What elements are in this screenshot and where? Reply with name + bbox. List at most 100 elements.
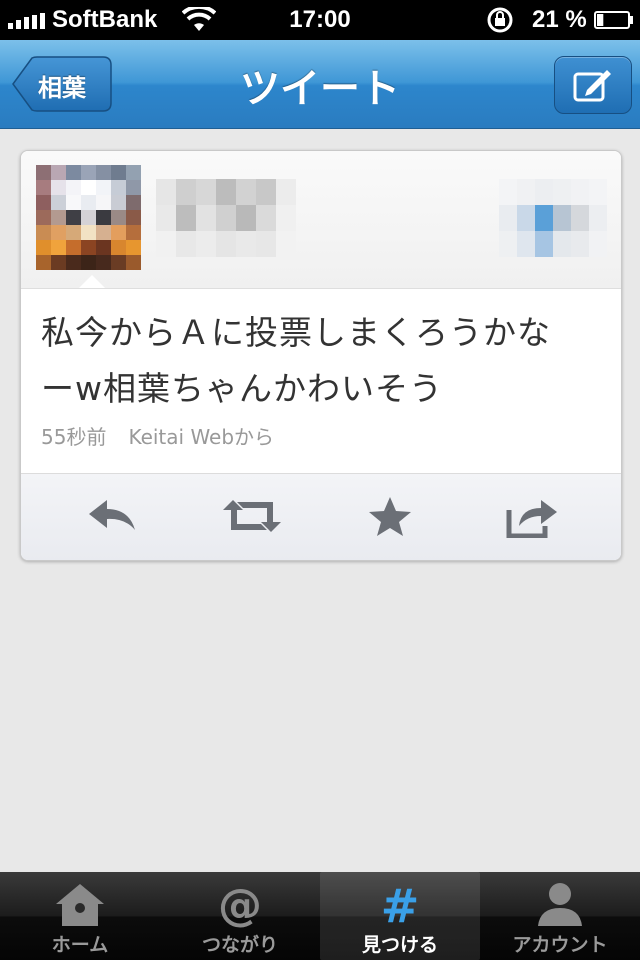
name-pixel xyxy=(156,231,176,257)
avatar-pixel xyxy=(126,225,141,240)
battery-icon xyxy=(594,11,633,29)
avatar[interactable] xyxy=(36,165,141,270)
content-area: 私今からＡに投票しまくろうかな ーw相葉ちゃんかわいそう 55秒前 Keitai … xyxy=(0,129,640,872)
avatar-pixel xyxy=(51,180,66,195)
avatar-pixel xyxy=(36,195,51,210)
tab-discover[interactable]: # 見つける xyxy=(320,872,480,960)
follow-pixel xyxy=(517,231,535,257)
avatar-pixel xyxy=(126,165,141,180)
avatar-pixel xyxy=(111,225,126,240)
avatar-pixel xyxy=(96,180,111,195)
follow-pixel xyxy=(535,231,553,257)
name-pixel xyxy=(276,179,296,205)
follow-pixel xyxy=(553,231,571,257)
header-pointer xyxy=(79,275,105,288)
avatar-pixel xyxy=(51,225,66,240)
avatar-pixel xyxy=(36,255,51,270)
name-pixel xyxy=(216,205,236,231)
favorite-star-icon xyxy=(369,497,411,536)
avatar-pixel xyxy=(36,240,51,255)
tweet-text: 私今からＡに投票しまくろうかな ーw相葉ちゃんかわいそう xyxy=(41,305,601,417)
name-pixel xyxy=(236,205,256,231)
name-pixel xyxy=(256,179,276,205)
tweet-text-line: 私今からＡに投票しまくろうかな xyxy=(41,313,551,352)
follow-button-pixelated[interactable] xyxy=(499,179,609,257)
name-pixel xyxy=(276,231,296,257)
compose-icon xyxy=(573,70,611,102)
name-pixel xyxy=(256,231,276,257)
battery-percent: 21 % xyxy=(532,6,587,33)
svg-text:#: # xyxy=(381,880,420,928)
avatar-pixel xyxy=(111,180,126,195)
avatar-pixel xyxy=(81,180,96,195)
avatar-pixel xyxy=(81,240,96,255)
avatar-pixel xyxy=(96,255,111,270)
name-pixel xyxy=(236,231,256,257)
follow-pixel xyxy=(571,231,589,257)
name-pixel xyxy=(196,231,216,257)
name-pixel xyxy=(176,231,196,257)
avatar-pixel xyxy=(126,180,141,195)
avatar-pixel xyxy=(36,180,51,195)
avatar-pixel xyxy=(51,195,66,210)
rotation-lock-icon xyxy=(487,7,513,33)
tweet-time: 55秒前 xyxy=(41,425,107,449)
compose-button[interactable] xyxy=(554,56,632,114)
avatar-pixel xyxy=(36,210,51,225)
tweet-meta: 55秒前 Keitai Webから xyxy=(41,421,274,450)
follow-pixel xyxy=(589,205,607,231)
avatar-pixel xyxy=(111,165,126,180)
favorite-button[interactable] xyxy=(365,494,421,538)
avatar-pixel xyxy=(51,165,66,180)
tab-label: つながり xyxy=(201,934,278,956)
name-pixel xyxy=(276,205,296,231)
avatar-pixel xyxy=(66,240,81,255)
name-pixel xyxy=(156,205,176,231)
person-icon xyxy=(538,883,582,926)
name-pixel xyxy=(216,231,236,257)
avatar-pixel xyxy=(126,195,141,210)
avatar-pixel xyxy=(51,240,66,255)
share-button[interactable] xyxy=(505,494,561,538)
avatar-pixel xyxy=(96,240,111,255)
follow-pixel xyxy=(553,179,571,205)
name-pixel xyxy=(256,205,276,231)
reply-button[interactable] xyxy=(85,494,141,538)
tab-label: ホーム xyxy=(51,934,109,956)
avatar-pixel xyxy=(126,210,141,225)
follow-pixel xyxy=(499,205,517,231)
hash-icon: # xyxy=(381,880,420,928)
avatar-pixel xyxy=(81,165,96,180)
follow-pixel xyxy=(589,231,607,257)
home-icon xyxy=(56,884,104,926)
retweet-button[interactable] xyxy=(221,494,281,538)
tweet-author-header[interactable] xyxy=(21,151,621,289)
avatar-pixel xyxy=(51,210,66,225)
avatar-pixel xyxy=(111,195,126,210)
tab-home[interactable]: ホーム xyxy=(0,872,160,960)
name-pixel xyxy=(196,179,216,205)
tab-account[interactable]: アカウント xyxy=(480,872,640,960)
follow-pixel xyxy=(571,179,589,205)
avatar-pixel xyxy=(36,225,51,240)
avatar-pixel xyxy=(96,210,111,225)
name-pixel xyxy=(216,179,236,205)
name-pixel xyxy=(236,179,256,205)
avatar-pixel xyxy=(66,195,81,210)
follow-pixel xyxy=(499,231,517,257)
avatar-pixel xyxy=(96,195,111,210)
follow-pixel xyxy=(517,205,535,231)
avatar-pixel xyxy=(66,225,81,240)
avatar-pixel xyxy=(51,255,66,270)
follow-pixel xyxy=(571,205,589,231)
avatar-pixel xyxy=(111,210,126,225)
avatar-pixel xyxy=(126,240,141,255)
retweet-icon xyxy=(223,500,281,532)
page-title: ツイート xyxy=(240,66,400,112)
name-pixel xyxy=(196,205,216,231)
tab-connect[interactable]: @ つながり xyxy=(160,872,320,960)
tweet-actions xyxy=(21,473,621,560)
avatar-pixel xyxy=(96,165,111,180)
avatar-pixel xyxy=(66,210,81,225)
name-pixel xyxy=(156,179,176,205)
